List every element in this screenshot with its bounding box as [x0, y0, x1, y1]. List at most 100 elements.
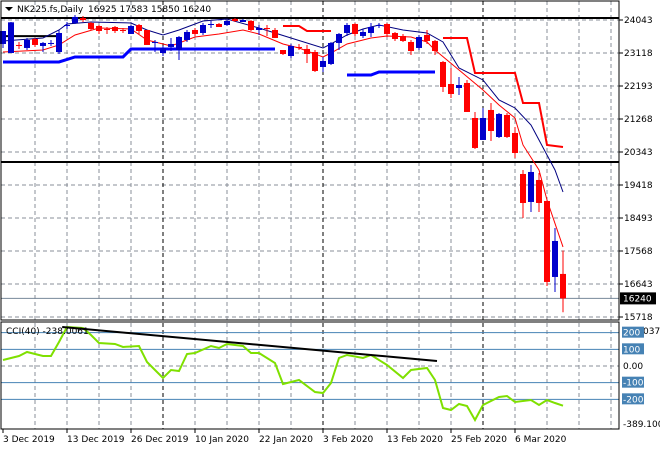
date-label: 13 Dec 2019 [67, 435, 125, 445]
candle-body [456, 85, 462, 88]
candle-body [536, 179, 542, 203]
candle-body [304, 48, 310, 54]
candle-body [376, 24, 382, 26]
candle-body [16, 44, 22, 46]
candle-body [248, 20, 254, 30]
step-line-blue [3, 47, 275, 64]
candle-body [224, 20, 230, 25]
cci-tick-label: 0.00 [623, 362, 643, 372]
date-label: 26 Dec 2019 [131, 435, 189, 445]
price-tick-label: 16643 [624, 280, 653, 290]
candle-body [232, 19, 238, 21]
candle-body [96, 25, 102, 31]
candle-body [264, 27, 270, 29]
candle-body [360, 31, 366, 36]
cci-tick-label: -100 [623, 379, 644, 389]
price-tick-label: 21268 [624, 115, 653, 125]
candle-body [176, 36, 182, 51]
candle-body [40, 42, 46, 46]
candle-body [152, 41, 158, 43]
candle-body [168, 43, 174, 47]
date-label: 22 Jan 2020 [259, 435, 313, 445]
candle-body [256, 27, 262, 30]
candle-body [72, 16, 78, 23]
step-line-red [443, 36, 564, 148]
chart-title: NK225.fs,Daily [17, 5, 84, 15]
price-tick-label: 17568 [624, 247, 653, 257]
candle-body [392, 32, 398, 39]
candle-body [88, 22, 94, 29]
candle-body [120, 29, 126, 31]
price-tick-label: 22193 [624, 82, 653, 92]
candle-body [280, 50, 286, 54]
candle-body [480, 118, 486, 140]
candle-body [136, 24, 142, 31]
candle-body [496, 113, 502, 137]
candle-body [272, 29, 278, 38]
candle-body [416, 36, 422, 48]
candle-body [112, 26, 118, 31]
step-line-blue [347, 70, 435, 77]
grid [1, 1, 619, 429]
step-line-red [283, 24, 331, 32]
candle-body [144, 29, 150, 45]
cci-line [2, 325, 564, 423]
date-label: 10 Jan 2020 [195, 435, 249, 445]
candle-body [8, 22, 14, 54]
candle-body [520, 173, 526, 203]
date-label: 13 Feb 2020 [387, 435, 443, 445]
candle-body [464, 82, 470, 112]
candle-body [368, 26, 374, 33]
candle-body [504, 114, 510, 137]
cci-tick-label: -200 [623, 395, 644, 405]
chart-ohlc: 16925 17583 15850 16240 [88, 5, 211, 15]
candle-body [208, 23, 214, 25]
candle-body [56, 32, 62, 53]
price-panel-frame [0, 0, 620, 321]
candle-body [184, 31, 190, 40]
moving-average-slow [2, 18, 564, 193]
cci-panel[interactable] [1, 325, 619, 423]
candle-body [320, 60, 326, 67]
candle-body [288, 45, 294, 56]
candle-body [488, 109, 494, 131]
price-panel[interactable] [0, 14, 619, 313]
candle-body [312, 52, 318, 71]
collapse-triangle-icon[interactable] [5, 7, 13, 11]
candle-body [344, 24, 350, 33]
candle-body [544, 200, 550, 282]
chart-root: 24043 23118 22193 21268 20343 19418 18493 17568… [0, 0, 660, 445]
candle-body [160, 47, 166, 54]
price-tick-label: 24043 [624, 16, 653, 26]
date-label: 6 Mar 2020 [515, 435, 567, 445]
candle-body [200, 24, 206, 33]
candle-body [24, 39, 30, 48]
candle-body [32, 38, 38, 45]
candle-body [432, 40, 438, 52]
candle-body [128, 25, 134, 34]
date-label: 25 Feb 2020 [451, 435, 507, 445]
cci-label: CCI(40) -238.0061 [6, 327, 89, 337]
candle-body [336, 33, 342, 43]
candle-body [552, 240, 558, 277]
candle-body [528, 171, 534, 202]
candle-body [384, 23, 390, 34]
candle-body [440, 61, 446, 87]
candle-body [296, 46, 302, 48]
current-price-label: 16240 [623, 294, 652, 304]
date-label: 3 Dec 2019 [3, 435, 55, 445]
candle-body [400, 35, 406, 41]
candle-body [216, 23, 222, 27]
candle-body [240, 20, 246, 22]
candle-body [408, 41, 414, 52]
price-tick-label: 15718 [624, 313, 653, 323]
date-label: 3 Feb 2020 [323, 435, 374, 445]
price-tick-label: 20343 [624, 148, 653, 158]
candle-body [448, 84, 454, 94]
price-tick-label: 23118 [624, 49, 653, 59]
candle-body [424, 34, 430, 41]
cci-tick-label: 200 [623, 329, 640, 339]
candle-body [352, 23, 358, 34]
cci-trendline [62, 325, 438, 362]
candle-body [104, 28, 110, 30]
